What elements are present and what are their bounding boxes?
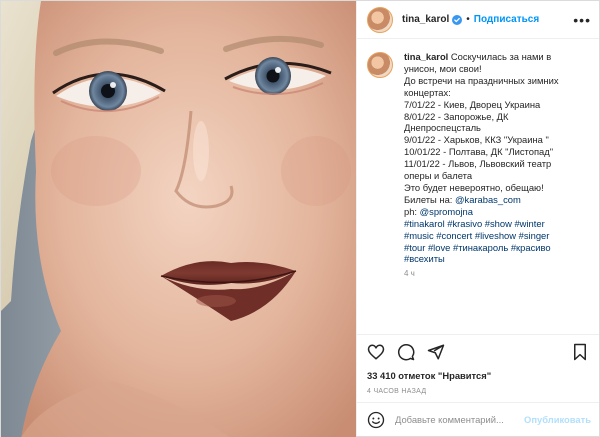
caption-line: 9/01/22 - Харьков, ККЗ "Украина " — [404, 134, 549, 146]
hashtags-line[interactable]: #tinakarol #krasivo #show #winter — [404, 218, 545, 229]
comment-icon[interactable] — [397, 343, 415, 361]
photographer-mention-link[interactable]: @spromojna — [420, 206, 473, 217]
post-side-panel: tina_karol • Подписаться ••• tina_karol … — [356, 1, 599, 436]
portrait-image — [1, 1, 356, 437]
caption-line: Соскучилась за нами в — [450, 51, 552, 62]
bookmark-icon[interactable] — [571, 343, 589, 361]
tickets-label: Билеты на: — [404, 193, 455, 205]
caption-line: 10/01/22 - Полтава, ДК "Листопад" — [404, 146, 554, 158]
post-timestamp[interactable]: 4 ЧАСОВ НАЗАД — [357, 386, 599, 402]
caption-line: 11/01/22 - Львов, Львовский театр — [404, 158, 552, 170]
more-options-icon[interactable]: ••• — [573, 13, 591, 27]
caption-line: унисон, мои свои! — [404, 62, 482, 74]
caption-line: До встречи на праздничных зимних — [404, 74, 559, 86]
instagram-post: tina_karol • Подписаться ••• tina_karol … — [0, 0, 600, 437]
separator-dot: • — [466, 14, 470, 25]
heart-icon[interactable] — [367, 343, 385, 361]
hashtags-line[interactable]: #всехиты — [404, 253, 445, 264]
caption-age: 4 ч — [404, 269, 415, 279]
emoji-icon[interactable] — [367, 411, 385, 429]
tickets-mention-link[interactable]: @karabas_com — [455, 194, 521, 205]
hashtags-line[interactable]: #tour #love #тинакароль #красиво — [404, 242, 551, 253]
post-photo[interactable] — [1, 1, 356, 437]
caption-line: оперы и балета — [404, 170, 473, 182]
username-link[interactable]: tina_karol — [402, 14, 449, 25]
hashtags-line[interactable]: #music #concert #liveshow #singer — [404, 230, 549, 241]
caption-text: tina_karol Соскучилась за нами в унисон,… — [404, 51, 559, 265]
comment-bar: Опубликовать — [357, 402, 599, 436]
caption-username[interactable]: tina_karol — [404, 51, 448, 62]
verified-badge-icon — [452, 14, 463, 25]
caption-avatar[interactable] — [367, 52, 393, 78]
comment-input[interactable] — [395, 414, 525, 425]
caption-area: tina_karol Соскучилась за нами в унисон,… — [357, 39, 599, 334]
caption-line: концертах: — [404, 86, 451, 98]
post-header: tina_karol • Подписаться ••• — [357, 1, 599, 39]
avatar[interactable] — [367, 6, 393, 33]
follow-button[interactable]: Подписаться — [474, 14, 539, 25]
caption-line: Это будет невероятно, обещаю! — [404, 181, 544, 193]
publish-button[interactable]: Опубликовать — [524, 414, 591, 425]
likes-count[interactable]: 33 410 отметок "Нравится" — [357, 368, 599, 386]
caption-row: tina_karol Соскучилась за нами в унисон,… — [367, 51, 591, 265]
action-bar — [357, 334, 599, 368]
photo-credit-label: ph: — [404, 205, 420, 217]
share-icon[interactable] — [427, 343, 445, 361]
caption-line: 7/01/22 - Киев, Дворец Украина — [404, 98, 541, 110]
caption-line: Днепроспецсталь — [404, 122, 481, 134]
caption-line: 8/01/22 - Запорожье, ДК — [404, 110, 509, 122]
